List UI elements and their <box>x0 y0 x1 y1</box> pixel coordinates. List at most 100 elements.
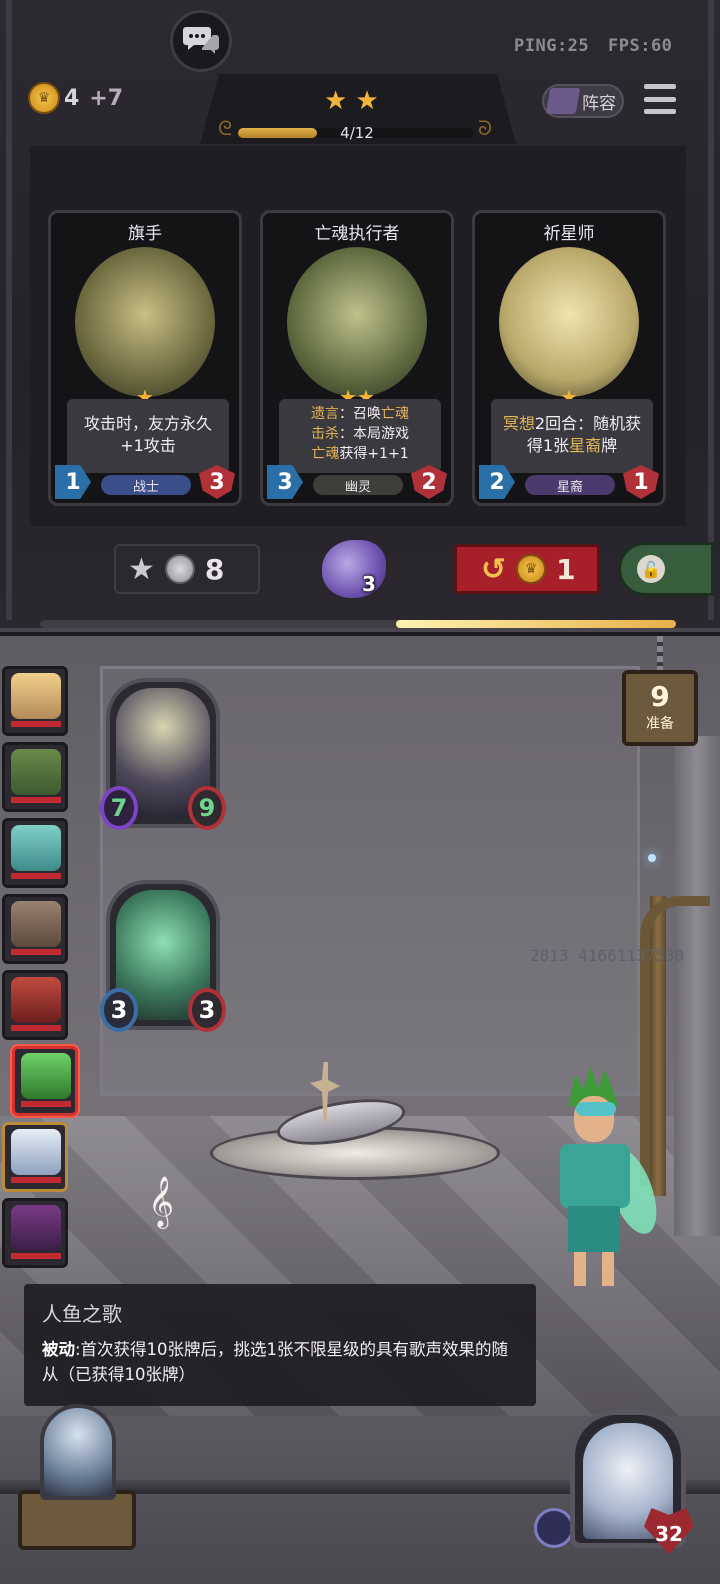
avatar-leg <box>602 1252 614 1286</box>
tooltip-title: 人鱼之歌 <box>42 1302 122 1326</box>
menu-button[interactable] <box>644 84 676 114</box>
avatar-goggles <box>576 1102 616 1116</box>
board-minion-ghost[interactable]: 3 3 <box>100 880 226 1040</box>
lock-shop-button[interactable]: 🔓 <box>618 542 714 596</box>
shop-card-star-priest[interactable]: 祈星师 ★ 冥想2回合：随机获 得1张星裔牌 2 星裔 1 <box>472 210 666 506</box>
music-box <box>200 1062 500 1192</box>
gold-coin-icon: ♛ <box>516 554 547 584</box>
hero-face <box>11 1205 61 1251</box>
hero-power-button[interactable] <box>12 1404 142 1554</box>
hero-hp-bar <box>11 873 61 879</box>
hero-hp-bar <box>11 1253 61 1259</box>
menu-line <box>644 96 676 102</box>
tavern-tier-stars: ★ ★ <box>324 88 379 114</box>
own-hero-portrait[interactable] <box>2 1122 68 1192</box>
star-upgrade-icon: ★ <box>128 551 155 587</box>
treble-clef-icon: 𝄞 <box>148 1176 175 1227</box>
tier-star-icon: ★ <box>355 86 379 116</box>
tooltip-text: :首次获得10张牌后，挑选1张不限星级的具有歌声效果的随从（已获得10张牌） <box>42 1340 509 1384</box>
ping-readout: PING:25 <box>514 36 590 56</box>
card-portrait <box>499 247 639 397</box>
card-name: 祈星师 <box>543 224 595 244</box>
shop-divider-rail <box>40 620 676 628</box>
ready-count: 9 <box>650 680 670 713</box>
hero-hp-bar <box>11 797 61 803</box>
shop-card-flag-bearer[interactable]: 旗手 ★ 攻击时，友方永久 +1攻击 1 战士 3 <box>48 210 242 506</box>
freeze-button[interactable]: 3 <box>318 536 394 604</box>
avatar-shirt <box>560 1144 630 1208</box>
card-desc-line: 击杀：本局游戏 <box>311 426 409 442</box>
hero-bar: 32 <box>0 1404 720 1584</box>
card-description: 冥想2回合：随机获 得1张星裔牌 <box>491 399 653 473</box>
card-name: 亡魂执行者 <box>314 224 400 244</box>
shop-panel: PING:25 FPS:60 ♛ 4 +7 ★ ★ ᘓ ᘐ 4/12 阵容 旗手… <box>0 0 720 632</box>
opponent-portrait[interactable] <box>2 742 68 812</box>
tooltip-keyword: 被动 <box>42 1340 75 1359</box>
hero-hp-bar <box>11 949 61 955</box>
card-desc-line: +1攻击 <box>120 436 176 455</box>
player-id: 2813 41661137530 <box>530 946 685 965</box>
hero-face <box>11 1129 61 1175</box>
lineup-button[interactable]: 阵容 <box>542 84 624 118</box>
board-scene: 7 9 3 3 9 准备 𝄞 人鱼之歌 被动:首次获得10张牌后，挑选1张不限星… <box>0 636 720 1584</box>
hero-hp-bar <box>11 1177 61 1183</box>
gold-coin-icon: ♛ <box>28 82 60 114</box>
opponent-portrait[interactable] <box>2 666 68 736</box>
hero-face <box>11 673 61 719</box>
card-description: 攻击时，友方永久 +1攻击 <box>67 399 229 473</box>
shop-timer-fill <box>396 620 676 628</box>
hero-hp-bar <box>21 1101 71 1107</box>
gold-income: +7 <box>89 85 124 111</box>
hero-power-art <box>40 1404 116 1500</box>
avatar-leg <box>574 1252 586 1286</box>
opponent-portrait[interactable] <box>2 894 68 964</box>
card-description: 遗言：召唤亡魂 击杀：本局游戏 亡魂获得+1+1 <box>279 399 441 473</box>
gold-amount: 4 <box>64 85 80 111</box>
opponent-portrait[interactable] <box>2 818 68 888</box>
card-desc-line: 冥想2回合：随机获 <box>502 414 642 433</box>
minion-health: 3 <box>188 988 226 1032</box>
board-minion-reaper[interactable]: 7 9 <box>100 678 226 838</box>
minion-attack: 7 <box>100 786 138 830</box>
ready-label: 准备 <box>646 716 674 732</box>
player-avatar[interactable] <box>546 1066 667 1290</box>
card-portrait <box>75 247 215 397</box>
hero-face <box>11 901 61 947</box>
tooltip-body: 被动:首次获得10张牌后，挑选1张不限星级的具有歌声效果的随从（已获得10张牌） <box>42 1337 518 1387</box>
ornament-icon: ᘓ <box>218 116 233 140</box>
hero-hp-bar <box>11 721 61 727</box>
hero-hp-bar <box>11 1025 61 1031</box>
tier-star-icon: ★ <box>324 86 348 116</box>
armor-shield-icon <box>534 1508 574 1548</box>
card-desc-line: 遗言：召唤亡魂 <box>311 406 409 422</box>
card-name: 旗手 <box>128 224 162 244</box>
hero-power-tooltip: 人鱼之歌 被动:首次获得10张牌后，挑选1张不限星级的具有歌声效果的随从（已获得… <box>24 1284 536 1406</box>
ornament-icon: ᘐ <box>478 116 493 140</box>
freeze-count: 3 <box>362 572 376 596</box>
glow-orb <box>648 854 656 862</box>
card-desc-line: 攻击时，友方永久 <box>83 414 212 433</box>
silver-coin-icon <box>164 554 195 584</box>
padlock-icon: 🔓 <box>637 555 665 583</box>
card-tribe: 战士 <box>101 475 191 495</box>
opponent-portrait-selected[interactable] <box>12 1046 78 1116</box>
card-desc-line: 得1张星裔牌 <box>526 436 618 455</box>
chat-button[interactable] <box>170 10 232 72</box>
hero-face <box>11 977 61 1023</box>
hero-face <box>21 1053 71 1099</box>
ready-sign[interactable]: 9 准备 <box>622 670 698 746</box>
refresh-button[interactable]: ↺ ♛ 1 <box>454 544 600 594</box>
card-portrait <box>287 247 427 397</box>
minion-health: 9 <box>188 786 226 830</box>
lineup-book-icon <box>545 88 581 114</box>
upgrade-tavern-button[interactable]: ★ 8 <box>114 544 260 594</box>
tavern-xp-fill <box>238 128 317 138</box>
opponent-portrait[interactable] <box>2 970 68 1040</box>
chat-bubble-icon <box>183 27 219 54</box>
refresh-arrow-icon: ↺ <box>481 551 507 587</box>
shop-card-soul-executor[interactable]: 亡魂执行者 ★★ 遗言：召唤亡魂 击杀：本局游戏 亡魂获得+1+1 3 幽灵 2 <box>260 210 454 506</box>
fps-readout: FPS:60 <box>608 36 673 56</box>
refresh-cost: 1 <box>556 552 576 586</box>
gold-display: ♛ 4 +7 <box>28 82 123 114</box>
opponent-portrait[interactable] <box>2 1198 68 1268</box>
